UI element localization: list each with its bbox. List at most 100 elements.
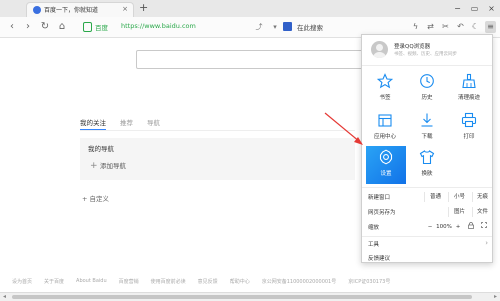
my-navigation-panel: 我的导航 + 添加导航 [80,138,355,180]
downloads-button[interactable]: 下载 [408,109,446,145]
horizontal-scrollbar[interactable]: ◂ ▸ [0,292,500,301]
divider [80,130,355,131]
tools-menu-item[interactable]: 工具 › [368,237,492,251]
print-button[interactable]: 打印 [450,109,488,145]
footer-link[interactable]: 京公网安备11000002000001号 [262,278,337,285]
address-actions: ⤴ ▾ [254,21,280,33]
history-button[interactable]: 历史 [408,70,446,106]
footer-link[interactable]: About Baidu [76,278,107,285]
lock-icon[interactable] [466,222,476,232]
tab-my-follow[interactable]: 我的关注 [80,117,106,130]
settings-label: 设置 [380,171,392,177]
customize-label: 自定义 [89,195,110,203]
cut-icon[interactable]: ✂ [440,21,451,33]
baidu-favicon-icon [33,6,41,14]
search-placeholder: 在此搜索 [297,24,323,32]
clock-icon [420,74,434,88]
browser-tab[interactable]: 百度一下，你就知道 × [26,2,134,17]
feedback-menu-item[interactable]: 反馈建议 [368,251,492,265]
forward-button[interactable]: › [22,21,34,33]
menu-button[interactable]: ≡ [485,21,496,33]
maximize-button[interactable]: ▭ [466,0,483,17]
avatar[interactable] [371,41,388,58]
clear-traces-button[interactable]: 清理痕迹 [450,70,488,106]
browser-main-menu: 登录QQ浏览器 书签、视频、历史、应用云同步 书签 历史 清理痕迹 应用中心 下… [361,34,493,263]
new-window-label: 新建窗口 [368,195,391,201]
add-navigation-button[interactable]: + 添加导航 [90,160,126,171]
translate-icon[interactable]: ⇄ [425,21,436,33]
night-mode-icon[interactable]: ☾ [470,21,481,33]
page-footer: 设为首页 关于百度 About Baidu 百度营销 使用百度前必读 意见反馈 … [12,278,390,285]
dropdown-icon[interactable]: ▾ [270,21,280,33]
close-window-button[interactable]: × [483,0,500,17]
chevron-right-icon: › [485,239,488,247]
url-text[interactable]: https://www.baidu.com [121,22,196,30]
skin-button[interactable]: 换肤 [408,146,446,182]
printer-icon [461,112,477,128]
save-as-image[interactable]: 图片 [448,207,470,217]
search-box[interactable]: 在此搜索 [283,21,358,34]
zoom-label: 缩放 [368,225,380,231]
tab-recommend[interactable]: 推荐 [120,117,133,130]
bookmarks-label: 书签 [379,95,391,101]
bolt-icon[interactable]: ϟ [410,21,421,33]
login-subtitle: 书签、视频、历史、应用云同步 [394,52,457,57]
zoom-row: 缩放 − 100% + [368,220,492,234]
print-label: 打印 [463,134,475,140]
save-as-file[interactable]: 文件 [472,207,492,217]
footer-link[interactable]: 帮助中心 [230,278,250,285]
save-page-row: 网页另存为 图片 文件 [368,205,492,219]
footer-link[interactable]: 百度营销 [119,278,139,285]
undo-icon[interactable]: ↶ [455,21,466,33]
footer-link[interactable]: 设为首页 [12,278,32,285]
minimize-button[interactable]: − [449,0,466,17]
new-window-small[interactable]: 小号 [448,192,470,202]
new-window-row: 新建窗口 普通 小号 无痕 [368,190,492,204]
tab-close-icon[interactable]: × [122,5,128,14]
add-navigation-label: 添加导航 [100,162,126,170]
menu-divider [362,65,492,66]
window-controls: − ▭ × [449,0,500,17]
settings-button[interactable]: 设置 [366,146,406,184]
shield-icon [83,22,92,32]
puzzle-icon [378,114,392,127]
shirt-icon [419,150,435,165]
skin-label: 换肤 [421,171,433,177]
footer-link[interactable]: 意见反馈 [198,278,218,285]
customize-button[interactable]: + 自定义 [82,193,109,203]
downloads-label: 下载 [421,134,433,140]
broom-icon [462,73,476,89]
fullscreen-icon[interactable] [479,222,489,232]
back-button[interactable]: ‹ [6,21,18,33]
refresh-button[interactable]: ↻ [39,21,51,33]
share-icon[interactable]: ⤴ [254,21,264,33]
portal-tabs: 我的关注 推荐 导航 [80,117,160,130]
save-page-label: 网页另存为 [368,210,396,216]
login-section[interactable]: 登录QQ浏览器 书签、视频、历史、应用云同步 [362,35,492,65]
new-window-incognito[interactable]: 无痕 [472,192,492,202]
footer-link[interactable]: 京ICP证030173号 [348,278,390,285]
zoom-out-button[interactable]: − [426,222,434,232]
tab-navigation[interactable]: 导航 [147,117,160,130]
footer-link[interactable]: 使用百度前必读 [151,278,186,285]
footer-link[interactable]: 关于百度 [44,278,64,285]
gear-icon [379,149,393,165]
zoom-in-button[interactable]: + [454,222,462,232]
feedback-label: 反馈建议 [368,256,391,262]
reader-button[interactable]: ⌂ [56,21,68,33]
tab-strip: 百度一下，你就知道 × + − ▭ × [0,0,500,17]
app-center-button[interactable]: 应用中心 [366,109,404,145]
scroll-right-icon[interactable]: ▸ [494,293,497,301]
tools-label: 工具 [368,242,380,248]
history-label: 历史 [421,95,433,101]
new-window-normal[interactable]: 普通 [424,192,446,202]
new-tab-button[interactable]: + [139,1,148,15]
login-title[interactable]: 登录QQ浏览器 [394,42,430,50]
baidu-search-input[interactable] [136,50,371,69]
avatar-body [373,52,386,58]
scrollbar-thumb[interactable] [12,295,472,299]
bookmarks-button[interactable]: 书签 [366,70,404,106]
download-icon [421,113,433,127]
secure-label: 百度 [95,24,108,32]
scroll-left-icon[interactable]: ◂ [3,293,6,301]
